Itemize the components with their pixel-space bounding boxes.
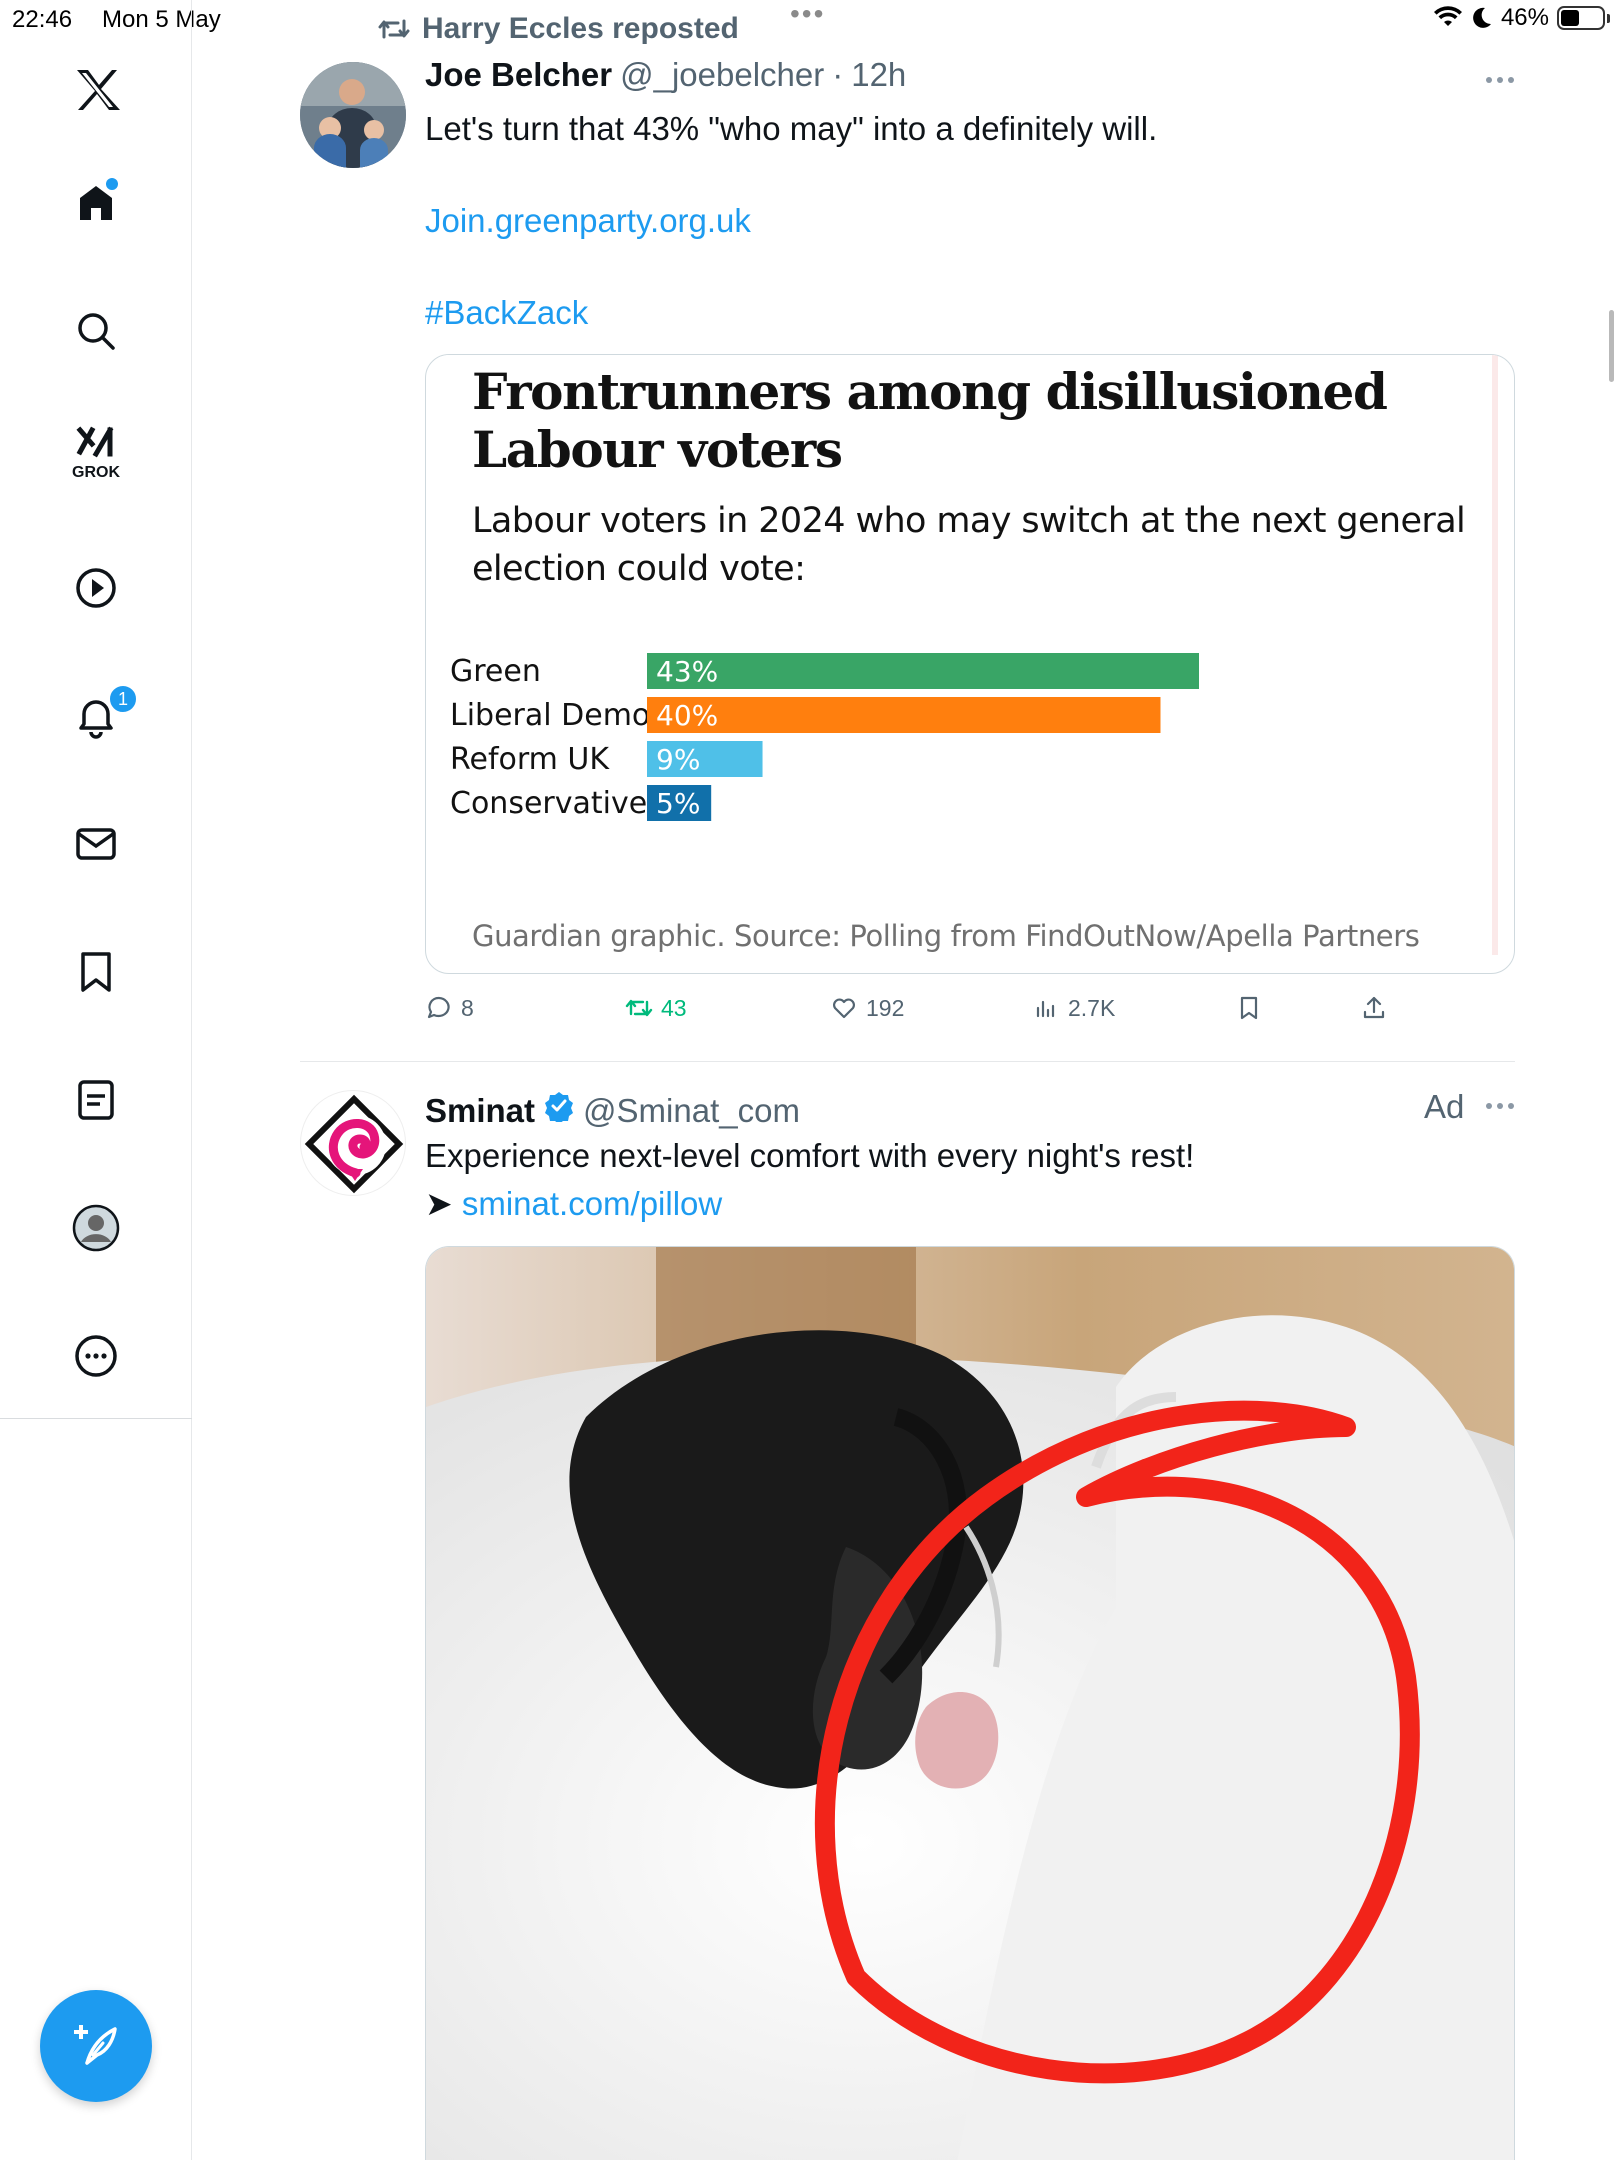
data-label: 43% xyxy=(656,655,718,688)
sidebar-item-explore[interactable] xyxy=(64,299,128,363)
like-button[interactable]: 192 xyxy=(830,994,904,1022)
tweet-more-icon[interactable] xyxy=(1476,1094,1524,1118)
separator-dot: · xyxy=(832,56,844,93)
ad-link[interactable]: sminat.com/pillow xyxy=(462,1185,722,1222)
repost-count: 43 xyxy=(661,994,687,1021)
compose-feather-icon xyxy=(74,2025,117,2065)
share-icon xyxy=(1363,996,1385,1019)
sidebar-item-bookmarks[interactable] xyxy=(64,940,128,1004)
wifi-icon xyxy=(1433,6,1462,26)
reply-icon xyxy=(427,996,450,1019)
sidebar-item-notifications[interactable]: 1 xyxy=(64,684,138,748)
user-handle[interactable]: @_joebelcher xyxy=(620,56,824,94)
tweet-actions: 8 43 192 2.7K xyxy=(425,994,1515,1034)
reposted-by-text: Harry Eccles reposted xyxy=(422,12,739,45)
bookmarks-icon xyxy=(81,952,111,992)
sminat-logo-icon xyxy=(304,1094,404,1194)
battery-icon xyxy=(1557,6,1605,30)
compose-button[interactable] xyxy=(40,1990,152,2102)
repost-icon xyxy=(625,999,653,1017)
x-logo-icon[interactable] xyxy=(64,58,128,122)
data-label: 9% xyxy=(656,743,700,776)
tweet-more-icon[interactable] xyxy=(1476,68,1524,92)
chart-subtitle: Labour voters in 2024 who may switch at … xyxy=(472,501,1466,589)
view-count: 2.7K xyxy=(1068,994,1116,1021)
ad-video-image[interactable] xyxy=(425,1246,1515,2160)
views-chart-icon xyxy=(1036,1000,1055,1018)
ad-label: Ad xyxy=(1424,1088,1465,1125)
notifications-badge: 1 xyxy=(108,684,138,714)
ad-tweet-header: Sminat @Sminat_com xyxy=(425,1090,800,1130)
home-unread-dot xyxy=(106,178,118,190)
sidebar-item-more[interactable] xyxy=(64,1324,128,1388)
like-count: 192 xyxy=(866,994,905,1021)
tweet-header: Joe Belcher @_joebelcher · 12h xyxy=(425,56,906,94)
sidebar-item-grok[interactable]: GROK xyxy=(64,420,128,484)
sidebar: GROK 1 xyxy=(0,0,192,2160)
more-icon xyxy=(75,1335,117,1377)
repost-button[interactable]: 43 xyxy=(625,994,687,1022)
grok-label: GROK xyxy=(72,464,120,481)
arrow-icon: ➤ xyxy=(425,1185,453,1222)
status-bar: 22:46 Mon 5 May ••• 46% xyxy=(0,0,1620,40)
sidebar-divider xyxy=(0,1418,192,1419)
sidebar-item-profile[interactable] xyxy=(64,1196,128,1260)
do-not-disturb-moon-icon xyxy=(1473,7,1491,28)
category-label: Green xyxy=(450,654,541,689)
video-play-icon xyxy=(76,568,116,608)
views-button[interactable]: 2.7K xyxy=(1032,994,1115,1022)
tweet-link[interactable]: Join.greenparty.org.uk xyxy=(425,202,751,240)
grok-icon xyxy=(76,426,114,458)
avatar[interactable] xyxy=(300,1090,406,1196)
battery-percent: 46% xyxy=(1500,4,1549,31)
tweet-image-chart[interactable]: Frontrunners among disillusioned Labour … xyxy=(425,354,1515,974)
battery-tip xyxy=(1607,13,1610,23)
messages-envelope-icon xyxy=(76,828,116,860)
user-handle[interactable]: @Sminat_com xyxy=(583,1092,800,1130)
bookmark-icon xyxy=(1240,996,1258,1020)
sidebar-item-messages[interactable] xyxy=(64,812,128,876)
lists-icon xyxy=(78,1080,114,1120)
sidebar-item-lists[interactable] xyxy=(64,1068,128,1132)
bookmark-button[interactable] xyxy=(1235,994,1263,1022)
tweet-divider xyxy=(300,1061,1515,1062)
chart-graphic: Frontrunners among disillusioned Labour … xyxy=(446,355,1498,955)
tweet-link-line: ➤ sminat.com/pillow xyxy=(425,1184,722,1223)
hashtag-link[interactable]: #BackZack xyxy=(425,294,588,332)
bar-chart: Green 43%Liberal Democrat40%Reform UK 9%Co… xyxy=(450,653,1199,821)
reply-count: 8 xyxy=(461,994,474,1021)
bar xyxy=(647,653,1199,689)
sidebar-item-home[interactable] xyxy=(64,172,128,236)
chart-source: Guardian graphic. Source: Polling from F… xyxy=(472,919,1420,953)
chart-title: Frontrunners among disillusioned Labour … xyxy=(472,362,1388,479)
multitasking-dots-icon[interactable]: ••• xyxy=(790,0,825,30)
data-label: 40% xyxy=(656,699,718,732)
battery-fill xyxy=(1561,10,1579,26)
category-label: Reform UK xyxy=(450,742,610,777)
display-name[interactable]: Joe Belcher xyxy=(425,56,612,94)
category-label: Conservative xyxy=(450,786,647,821)
bar xyxy=(647,697,1161,733)
search-icon xyxy=(78,313,115,350)
reply-button[interactable]: 8 xyxy=(425,994,474,1022)
ad-photo xyxy=(426,1247,1514,2160)
tweet-text: Experience next-level comfort with every… xyxy=(425,1137,1195,1174)
display-name[interactable]: Sminat xyxy=(425,1092,535,1130)
sidebar-item-video[interactable] xyxy=(64,556,128,620)
avatar[interactable] xyxy=(300,62,406,168)
repost-icon xyxy=(378,19,410,39)
heart-icon xyxy=(833,998,855,1019)
scroll-indicator[interactable] xyxy=(1609,310,1614,382)
status-right: 46% xyxy=(1433,4,1610,32)
timestamp[interactable]: 12h xyxy=(851,56,906,94)
verified-badge-icon xyxy=(545,1092,574,1122)
share-button[interactable] xyxy=(1360,994,1388,1022)
tweet-text: Let's turn that 43% "who may" into a def… xyxy=(425,110,1158,147)
data-label: 5% xyxy=(656,787,700,820)
repost-indicator: Harry Eccles reposted xyxy=(378,12,739,46)
avatar-photo xyxy=(300,62,406,168)
profile-avatar-icon xyxy=(72,1204,120,1252)
